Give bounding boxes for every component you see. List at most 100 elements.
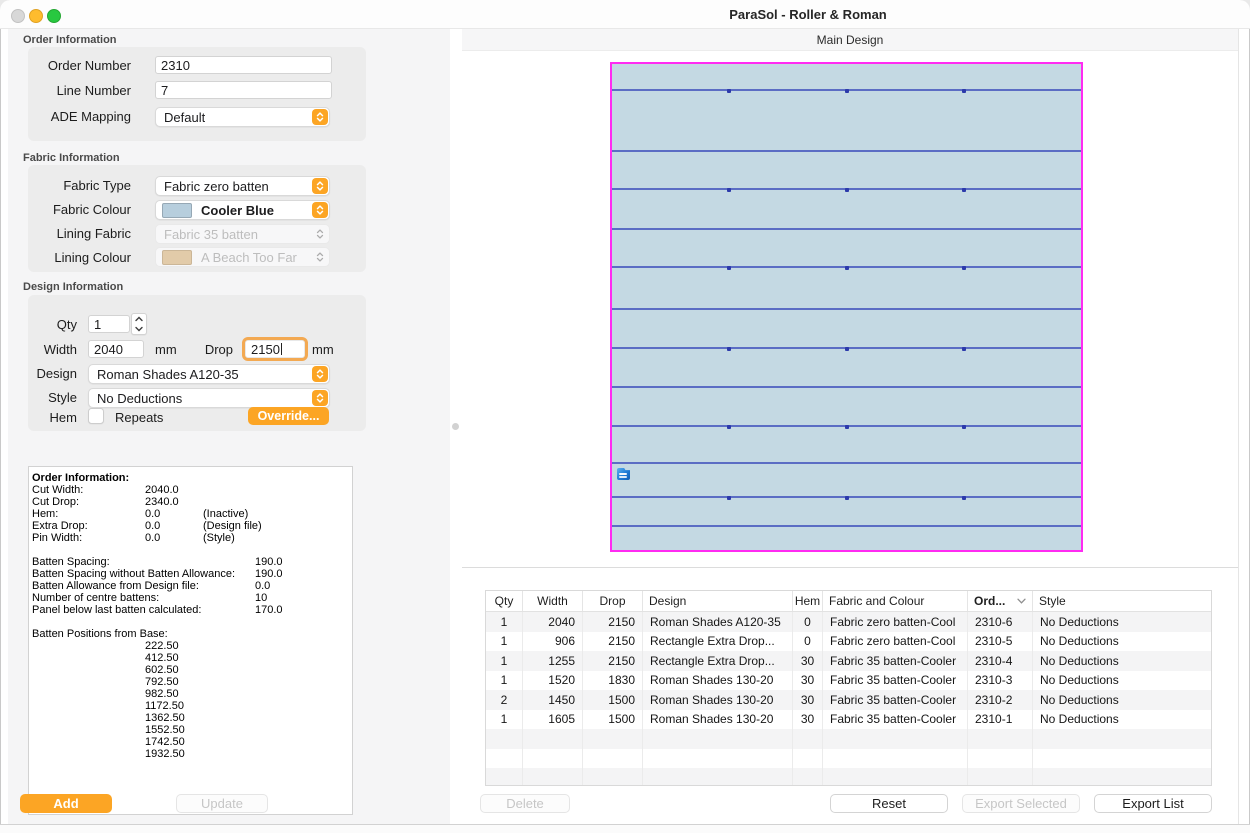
main-design-title: Main Design	[817, 33, 884, 47]
lining-colour-label: Lining Colour	[24, 250, 131, 265]
column-header-design[interactable]: Design	[643, 591, 793, 611]
qty-label: Qty	[24, 317, 77, 332]
line-number-label: Line Number	[24, 83, 131, 98]
batten-ring-marker	[727, 496, 731, 500]
batten-ring-marker	[727, 266, 731, 270]
column-header-style[interactable]: Style	[1033, 591, 1212, 611]
main-design-header: Main Design	[462, 29, 1238, 51]
batten-ring-marker	[845, 496, 849, 500]
design-dropdown[interactable]: Roman Shades A120-35	[88, 364, 330, 384]
order-output-row: Hem: 0.0 (Inactive)	[32, 508, 352, 520]
fabric-section-title: Fabric Information	[23, 152, 120, 164]
order-output-row: Pin Width: 0.0 (Style)	[32, 532, 352, 544]
title-bar: ParaSol - Roller & Roman	[0, 0, 1250, 29]
chevron-up-icon	[135, 316, 143, 322]
batten-output-row: Batten Spacing without Batten Allowance:…	[32, 568, 352, 580]
qty-field[interactable]: 1	[88, 315, 130, 333]
batten-ring-marker	[962, 188, 966, 192]
style-label: Style	[24, 390, 77, 405]
column-header-order[interactable]: Ord...	[968, 591, 1033, 611]
batten-output-row: Batten Allowance from Design file: 0.0	[32, 580, 352, 592]
column-header-width[interactable]: Width	[523, 591, 583, 611]
ade-mapping-label: ADE Mapping	[24, 109, 131, 124]
fabric-type-label: Fabric Type	[24, 178, 131, 193]
reset-button[interactable]: Reset	[830, 794, 948, 813]
fabric-colour-label: Fabric Colour	[24, 202, 131, 217]
drop-label: Drop	[168, 342, 233, 357]
order-number-label: Order Number	[24, 58, 131, 73]
chevrons-up-down-icon	[312, 178, 328, 194]
width-field[interactable]: 2040	[88, 340, 144, 358]
batten-positions-list: 222.50412.50602.50792.50982.501172.50136…	[32, 640, 352, 760]
batten-ring-marker	[962, 89, 966, 93]
batten-output-rows: Batten Spacing: 190.0 Batten Spacing wit…	[32, 556, 352, 616]
table-row[interactable]: 1 1605 1500 Roman Shades 130-20 30 Fabri…	[486, 710, 1211, 730]
fabric-colour-swatch	[162, 203, 192, 218]
design-note-icon[interactable]	[617, 468, 630, 480]
batten-line	[612, 386, 1081, 388]
batten-ring-marker	[962, 425, 966, 429]
splitter-handle-icon[interactable]	[452, 423, 459, 430]
batten-position-value: 412.50	[32, 652, 352, 664]
add-button[interactable]: Add	[20, 794, 112, 813]
batten-ring-marker	[962, 347, 966, 351]
batten-ring-marker	[727, 89, 731, 93]
batten-position-value: 222.50	[32, 640, 352, 652]
batten-line	[612, 228, 1081, 230]
batten-ring-marker	[962, 496, 966, 500]
window-title: ParaSol - Roller & Roman	[729, 7, 886, 22]
chevron-down-icon	[135, 326, 143, 332]
export-selected-button[interactable]: Export Selected	[962, 794, 1080, 813]
batten-output-row: Panel below last batten calculated: 170.…	[32, 604, 352, 616]
column-header-fabric[interactable]: Fabric and Colour	[823, 591, 968, 611]
table-row[interactable]: 1 906 2150 Rectangle Extra Drop... 0 Fab…	[486, 632, 1211, 652]
window-close-icon[interactable]	[11, 9, 25, 23]
export-list-button[interactable]: Export List	[1094, 794, 1212, 813]
table-row-empty[interactable]	[486, 768, 1211, 786]
line-number-field[interactable]: 7	[155, 81, 332, 99]
batten-line	[612, 525, 1081, 527]
chevrons-up-down-icon	[312, 390, 328, 406]
column-header-hem[interactable]: Hem	[793, 591, 823, 611]
table-row[interactable]: 1 2040 2150 Roman Shades A120-35 0 Fabri…	[486, 612, 1211, 632]
table-row-empty[interactable]	[486, 749, 1211, 769]
table-row[interactable]: 2 1450 1500 Roman Shades 130-20 30 Fabri…	[486, 690, 1211, 710]
batten-line	[612, 308, 1081, 310]
window-zoom-icon[interactable]	[47, 9, 61, 23]
table-body: 1 2040 2150 Roman Shades A120-35 0 Fabri…	[486, 612, 1211, 786]
order-output-box[interactable]: Order Information: Cut Width: 2040.0 Cut…	[28, 466, 353, 815]
repeats-label: Repeats	[115, 410, 185, 425]
batten-positions-heading: Batten Positions from Base:	[32, 628, 145, 640]
window-bottom-edge	[0, 824, 1250, 833]
chevron-down-icon	[1017, 598, 1026, 604]
table-row[interactable]: 1 1255 2150 Rectangle Extra Drop... 30 F…	[486, 651, 1211, 671]
batten-ring-marker	[727, 188, 731, 192]
fabric-type-dropdown[interactable]: Fabric zero batten	[155, 176, 330, 196]
delete-button[interactable]: Delete	[480, 794, 570, 813]
table-header-row: Qty Width Drop Design Hem Fabric and Col…	[486, 591, 1211, 612]
design-shade[interactable]	[610, 62, 1083, 552]
fabric-colour-dropdown[interactable]: Cooler Blue	[155, 200, 330, 220]
design-canvas[interactable]	[462, 51, 1238, 568]
override-button[interactable]: Override...	[248, 407, 329, 425]
column-header-qty[interactable]: Qty	[486, 591, 523, 611]
table-row-empty[interactable]	[486, 729, 1211, 749]
qty-stepper[interactable]	[131, 313, 147, 335]
lining-colour-swatch	[162, 250, 192, 265]
update-button[interactable]: Update	[176, 794, 268, 813]
ade-mapping-dropdown[interactable]: Default	[155, 107, 330, 127]
window-minimize-icon[interactable]	[29, 9, 43, 23]
style-dropdown[interactable]: No Deductions	[88, 388, 330, 408]
order-output-rows: Cut Width: 2040.0 Cut Drop: 2340.0 Hem: …	[32, 484, 352, 544]
left-form-panel: Order Information Order Number 2310 Line…	[8, 29, 450, 824]
design-label: Design	[24, 366, 77, 381]
drop-field[interactable]: 2150	[245, 340, 305, 358]
table-row[interactable]: 1 1520 1830 Roman Shades 130-20 30 Fabri…	[486, 671, 1211, 691]
lining-colour-dropdown: A Beach Too Far	[155, 247, 330, 267]
column-header-drop[interactable]: Drop	[583, 591, 643, 611]
hem-checkbox[interactable]	[88, 408, 104, 424]
batten-ring-marker	[845, 188, 849, 192]
batten-ring-marker	[845, 425, 849, 429]
batten-position-value: 1172.50	[32, 700, 352, 712]
order-number-field[interactable]: 2310	[155, 56, 332, 74]
